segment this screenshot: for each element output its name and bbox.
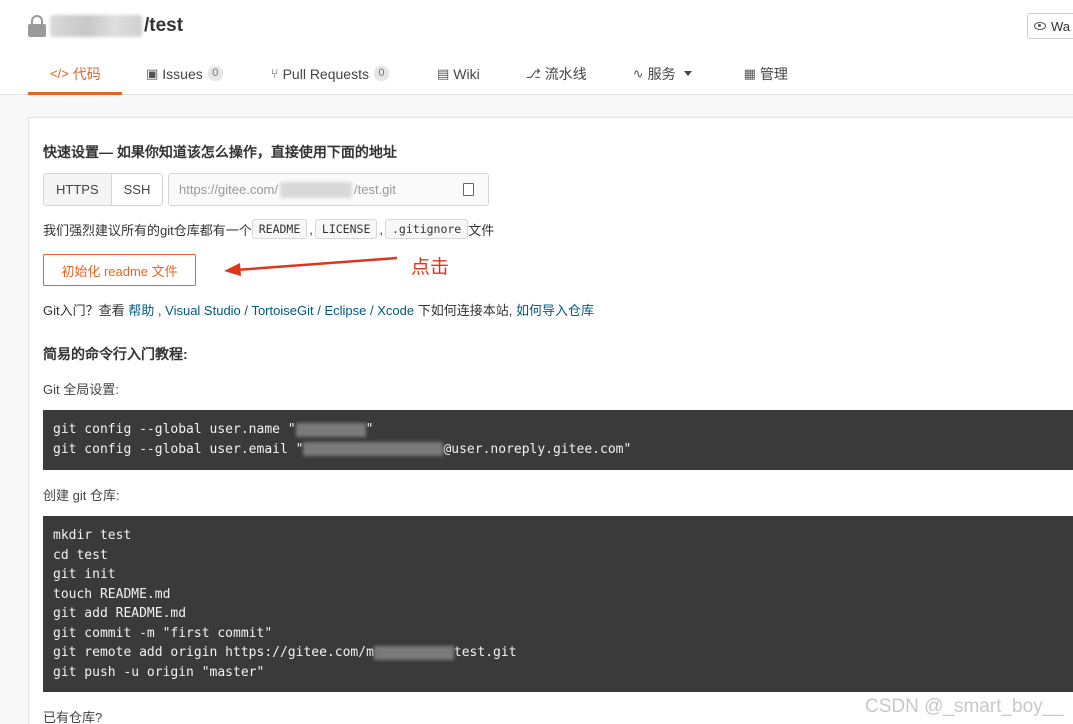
pipeline-icon: ⎇ — [525, 65, 541, 81]
protocol-switch: HTTPS SSH — [43, 173, 164, 206]
redacted-owner — [50, 15, 142, 37]
code-line: mkdir test — [53, 528, 132, 543]
issues-icon: ▣ — [146, 65, 159, 81]
tab-manage[interactable]: ▦ 管理 — [744, 52, 788, 95]
code-line: git push -u origin "master" — [53, 664, 265, 680]
code-text: git config --global user.email " — [53, 441, 304, 457]
tab-label: 管理 — [759, 65, 788, 82]
csdn-watermark: CSDN @_smart_boy__ — [865, 696, 1064, 717]
tab-label: Pull Requests — [282, 65, 369, 82]
ssh-button[interactable]: SSH — [110, 174, 163, 205]
redacted-owner — [280, 181, 352, 198]
https-button[interactable]: HTTPS — [44, 174, 111, 205]
manage-icon: ▦ — [743, 65, 756, 81]
code-icon: </> — [50, 66, 69, 81]
redacted-username — [295, 422, 366, 437]
tutorial-title: 简易的命令行入门教程: — [43, 346, 188, 362]
tab-issues[interactable]: ▣ Issues 0 — [146, 52, 223, 95]
code-line: touch README.md — [53, 586, 171, 602]
create-repo-code[interactable]: mkdir test cd test git init touch README… — [43, 516, 1073, 692]
git-intro-text: Git入门？查看 帮助 , Visual Studio / TortoiseGi… — [43, 300, 594, 319]
pull-request-icon: ⑂ — [270, 66, 279, 81]
quick-setup-title: 快速设置— 如果你知道该怎么操作，直接使用下面的地址 — [43, 144, 397, 160]
repo-header: /test Wa </> 代码 ▣ Issues 0 ⑂ Pull Reques… — [0, 0, 1073, 95]
visual-studio-link[interactable]: Visual Studio — [165, 303, 241, 318]
separator: , — [309, 221, 313, 237]
repo-tabs: </> 代码 ▣ Issues 0 ⑂ Pull Requests 0 ▤ Wi… — [28, 52, 788, 95]
tab-services[interactable]: ∿ 服务 — [633, 52, 692, 95]
tab-label: Issues — [162, 65, 203, 82]
clone-url-field[interactable]: https://gitee.com/ /test.git — [168, 173, 489, 206]
watch-button[interactable]: Wa — [1027, 13, 1073, 39]
url-suffix: /test.git — [354, 182, 396, 197]
redacted-owner — [373, 645, 454, 660]
wiki-icon: ▤ — [436, 65, 450, 81]
help-link[interactable]: 帮助 — [128, 303, 154, 318]
code-text: git config --global user.name " — [53, 422, 296, 437]
create-repo-label: 创建 git 仓库: — [43, 488, 120, 503]
code-text: " — [365, 422, 374, 437]
tab-wiki[interactable]: ▤ Wiki — [437, 52, 480, 95]
recommend-text: 我们强烈建议所有的git仓库都有一个 README , LICENSE , .g… — [43, 218, 494, 240]
recommend-prefix: 我们强烈建议所有的git仓库都有一个 — [43, 222, 252, 238]
init-readme-button[interactable]: 初始化 readme 文件 — [43, 254, 196, 286]
quick-setup-panel: 快速设置— 如果你知道该怎么操作，直接使用下面的地址 HTTPS SSH htt… — [28, 117, 1073, 724]
tab-label: 代码 — [72, 65, 101, 82]
eclipse-link[interactable]: Eclipse — [324, 303, 366, 318]
gitignore-chip: .gitignore — [385, 219, 469, 239]
global-settings-label: Git 全局设置: — [43, 382, 119, 397]
connect-text: 下如何连接本站, — [417, 303, 513, 318]
existing-repo-label: 已有仓库? — [43, 710, 103, 724]
code-line: cd test — [53, 547, 108, 563]
tab-label: Wiki — [453, 65, 480, 82]
code-text: test.git — [453, 645, 517, 660]
repo-title: /test — [28, 12, 183, 40]
tab-pull-requests[interactable]: ⑂ Pull Requests 0 — [271, 52, 389, 95]
url-prefix: https://gitee.com/ — [179, 182, 278, 197]
slash: / — [370, 303, 374, 318]
click-annotation: 点击 — [411, 257, 450, 278]
eye-icon — [1034, 22, 1046, 30]
tab-label: 流水线 — [544, 65, 587, 82]
slash: / — [244, 303, 249, 318]
code-line: git remote add origin https://gitee.com/… — [53, 643, 1073, 663]
tab-pipeline[interactable]: ⎇ 流水线 — [526, 52, 587, 95]
chevron-down-icon — [683, 71, 692, 76]
xcode-link[interactable]: Xcode — [377, 303, 414, 318]
code-text: git remote add origin https://gitee.com/… — [53, 645, 374, 660]
code-text: @user.noreply.gitee.com" — [443, 441, 632, 457]
pull-requests-count: 0 — [373, 66, 389, 81]
copy-icon[interactable] — [459, 183, 474, 200]
tortoisegit-link[interactable]: TortoiseGit — [251, 303, 313, 318]
slash: / — [317, 303, 321, 318]
repo-name[interactable]: /test — [144, 15, 183, 37]
code-line: git config --global user.email " @user.no… — [53, 440, 1073, 460]
readme-chip: README — [251, 219, 308, 239]
issues-count: 0 — [207, 66, 223, 81]
redacted-email — [303, 442, 444, 457]
annotation-arrow — [224, 256, 398, 276]
code-line: git add README.md — [53, 606, 187, 621]
code-line: git commit -m "first commit" — [53, 625, 273, 641]
watch-label: Wa — [1051, 18, 1071, 34]
license-chip: LICENSE — [314, 219, 378, 239]
pulse-icon: ∿ — [632, 65, 644, 81]
tab-code[interactable]: </> 代码 — [28, 52, 122, 95]
lock-icon — [28, 15, 46, 37]
global-config-code[interactable]: git config --global user.name " " git con… — [43, 410, 1073, 470]
separator: , — [379, 221, 383, 237]
import-repo-link[interactable]: 如何导入仓库 — [516, 303, 594, 318]
code-line: git init — [53, 567, 116, 582]
code-line: git config --global user.name " " — [53, 420, 1073, 440]
intro-prefix: Git入门？查看 — [43, 303, 125, 318]
recommend-suffix: 文件 — [468, 222, 495, 238]
separator: , — [157, 303, 162, 318]
tab-label: 服务 — [647, 65, 676, 82]
